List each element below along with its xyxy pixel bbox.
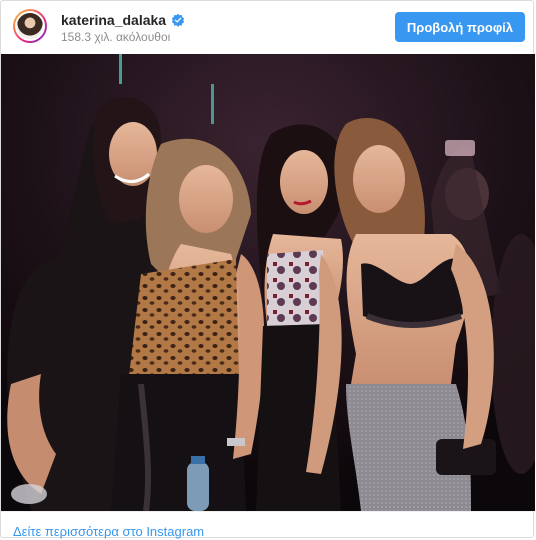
username[interactable]: katerina_dalaka [61, 12, 166, 28]
instagram-embed-card: katerina_dalaka 158.3 χιλ. ακόλουθοι Προ… [0, 0, 535, 540]
verified-badge-icon [171, 13, 185, 27]
avatar-photo [15, 11, 45, 41]
photo-illustration [1, 54, 535, 511]
avatar[interactable] [13, 9, 47, 43]
post-header: katerina_dalaka 158.3 χιλ. ακόλουθοι Προ… [1, 1, 535, 53]
username-row: katerina_dalaka [61, 12, 185, 28]
view-profile-button[interactable]: Προβολή προφίλ [394, 12, 525, 42]
post-footer: Δείτε περισσότερα στο Instagram [1, 511, 535, 540]
see-more-on-instagram-link[interactable]: Δείτε περισσότερα στο Instagram [13, 524, 204, 539]
post-photo[interactable] [1, 54, 535, 511]
follower-count: 158.3 χιλ. ακόλουθοι [61, 30, 171, 44]
